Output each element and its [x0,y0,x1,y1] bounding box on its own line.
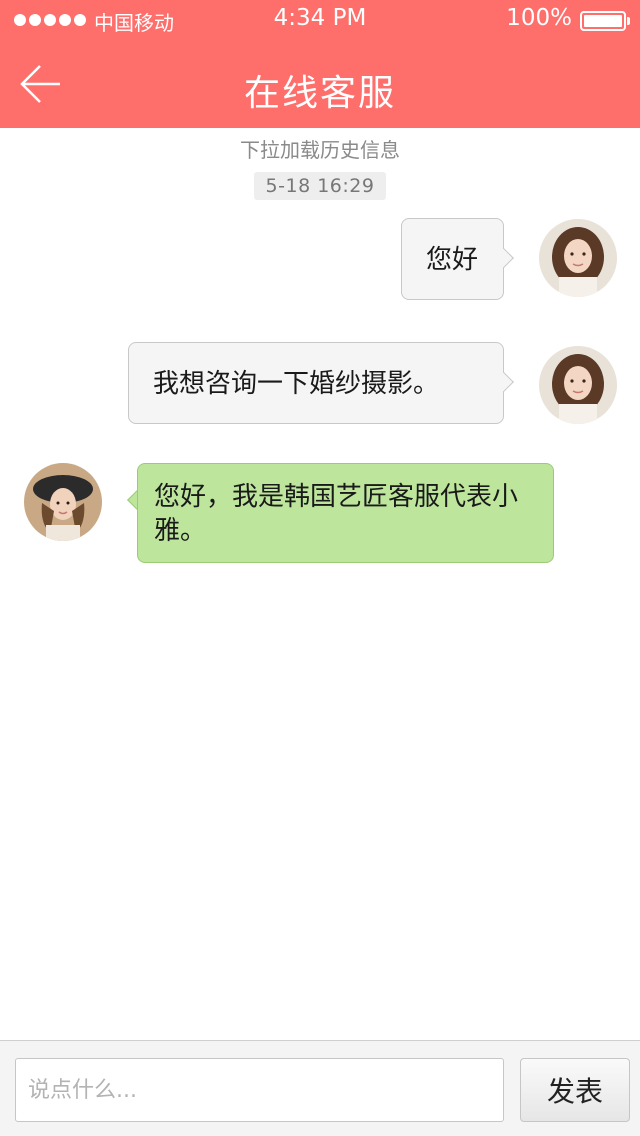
battery-icon [580,11,626,31]
timestamp-row: 5-18 16:29 [0,172,640,200]
composer-bar: 发表 [0,1040,640,1136]
incoming-message-bubble[interactable]: 您好，我是韩国艺匠客服代表小雅。 [137,463,554,563]
user-avatar[interactable] [539,219,617,297]
app-header: 中国移动 4:34 PM 100% 在线客服 [0,0,640,128]
message-input[interactable] [15,1058,504,1122]
user-avatar[interactable] [539,346,617,424]
battery-percentage: 100% [506,5,572,31]
outgoing-message-bubble[interactable]: 您好 [401,218,504,300]
outgoing-message-bubble[interactable]: 我想咨询一下婚纱摄影。 [128,342,504,424]
send-button[interactable]: 发表 [520,1058,630,1122]
status-bar: 中国移动 4:34 PM 100% [0,0,640,40]
page-title: 在线客服 [243,73,396,114]
message-timestamp: 5-18 16:29 [253,172,387,200]
message-text: 您好 [426,245,479,275]
message-text: 您好，我是韩国艺匠客服代表小雅。 [154,482,519,546]
agent-avatar[interactable] [24,463,102,541]
load-history-hint[interactable]: 下拉加载历史信息 [0,134,640,163]
nav-bar: 在线客服 [0,40,640,128]
message-text: 我想咨询一下婚纱摄影。 [153,369,440,399]
battery-tip [627,17,630,25]
